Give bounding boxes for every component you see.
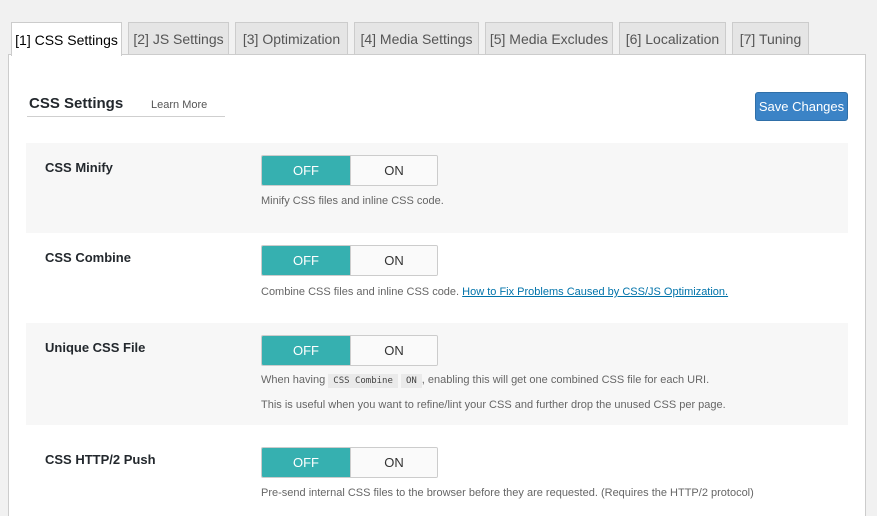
tab-tuning[interactable]: [7] Tuning bbox=[732, 22, 809, 54]
setting-row-css-http2-push: CSS HTTP/2 Push OFF ON Pre-send internal… bbox=[26, 425, 848, 515]
code-on: ON bbox=[400, 374, 422, 388]
toggle-off-button[interactable]: OFF bbox=[262, 156, 350, 185]
toggle-on-button[interactable]: ON bbox=[350, 156, 437, 185]
fix-problems-link[interactable]: How to Fix Problems Caused by CSS/JS Opt… bbox=[462, 286, 728, 298]
setting-description-2: This is useful when you want to refine/l… bbox=[261, 399, 726, 411]
description-text: Combine CSS files and inline CSS code. bbox=[261, 286, 460, 298]
setting-description: Minify CSS files and inline CSS code. bbox=[261, 195, 444, 207]
setting-description: Combine CSS files and inline CSS code. H… bbox=[261, 286, 728, 298]
setting-row-unique-css-file: Unique CSS File OFF ON When having CSS C… bbox=[26, 323, 848, 425]
toggle-on-button[interactable]: ON bbox=[350, 448, 437, 477]
code-css-combine: CSS Combine bbox=[328, 374, 398, 388]
page-title: CSS Settings bbox=[29, 95, 124, 112]
tab-css-settings[interactable]: [1] CSS Settings bbox=[11, 22, 122, 56]
setting-label: CSS Minify bbox=[45, 160, 113, 175]
description-text: When having bbox=[261, 374, 326, 386]
settings-tabs: [1] CSS Settings [2] JS Settings [3] Opt… bbox=[0, 22, 877, 56]
tab-js-settings[interactable]: [2] JS Settings bbox=[128, 22, 229, 54]
tab-localization[interactable]: [6] Localization bbox=[619, 22, 726, 54]
section-header: CSS Settings Learn More bbox=[27, 95, 225, 117]
toggle-on-button[interactable]: ON bbox=[350, 336, 437, 365]
tab-optimization[interactable]: [3] Optimization bbox=[235, 22, 348, 54]
tab-media-settings[interactable]: [4] Media Settings bbox=[354, 22, 479, 54]
toggle-off-button[interactable]: OFF bbox=[262, 336, 350, 365]
save-changes-button[interactable]: Save Changes bbox=[755, 92, 848, 121]
setting-description: Pre-send internal CSS files to the brows… bbox=[261, 487, 754, 499]
setting-label: CSS HTTP/2 Push bbox=[45, 452, 156, 467]
description-text: , enabling this will get one combined CS… bbox=[421, 374, 710, 386]
toggle-off-button[interactable]: OFF bbox=[262, 448, 350, 477]
css-http2-push-toggle: OFF ON bbox=[261, 447, 438, 478]
settings-panel: CSS Settings Learn More Save Changes CSS… bbox=[8, 54, 866, 516]
toggle-on-button[interactable]: ON bbox=[350, 246, 437, 275]
css-minify-toggle: OFF ON bbox=[261, 155, 438, 186]
learn-more-link[interactable]: Learn More bbox=[151, 99, 207, 111]
tab-media-excludes[interactable]: [5] Media Excludes bbox=[485, 22, 613, 54]
setting-row-css-minify: CSS Minify OFF ON Minify CSS files and i… bbox=[26, 143, 848, 233]
setting-description: When having CSS Combine ON, enabling thi… bbox=[261, 374, 709, 388]
toggle-off-button[interactable]: OFF bbox=[262, 246, 350, 275]
css-combine-toggle: OFF ON bbox=[261, 245, 438, 276]
unique-css-file-toggle: OFF ON bbox=[261, 335, 438, 366]
setting-label: CSS Combine bbox=[45, 250, 131, 265]
setting-label: Unique CSS File bbox=[45, 340, 146, 355]
setting-row-css-combine: CSS Combine OFF ON Combine CSS files and… bbox=[26, 233, 848, 323]
